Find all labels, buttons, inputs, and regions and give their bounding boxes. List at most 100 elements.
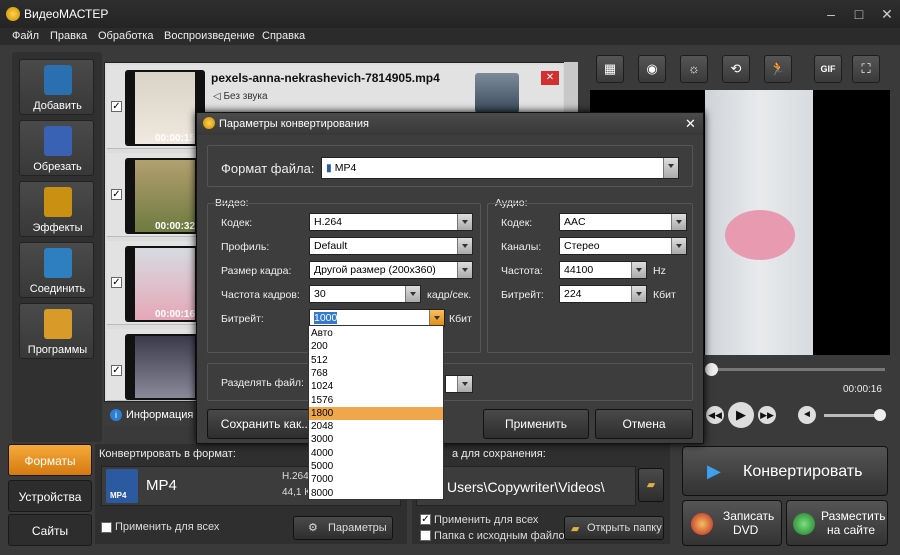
rewind-icon[interactable]: ◀◀ bbox=[706, 406, 724, 424]
stabilize-icon[interactable]: ◉ bbox=[638, 55, 666, 83]
bitrate-option[interactable]: 1800 bbox=[309, 406, 443, 420]
audio-text: Без звука bbox=[223, 91, 268, 102]
info-tab[interactable]: i Информация bbox=[104, 404, 194, 426]
convert-button[interactable]: ▶ Конвертировать bbox=[682, 446, 888, 496]
rotate-icon[interactable]: ⟲ bbox=[722, 55, 750, 83]
tab-sites[interactable]: Сайты bbox=[8, 514, 92, 546]
file-checkbox[interactable]: ✓ bbox=[111, 365, 122, 376]
join-film-icon bbox=[44, 248, 72, 278]
channels-select[interactable]: Стерео bbox=[559, 237, 687, 255]
bitrate-option[interactable]: 1576 bbox=[309, 394, 443, 407]
menu-bar: Файл Правка Обработка Воспроизведение Сп… bbox=[0, 28, 900, 45]
video-codec-select[interactable]: H.264 bbox=[309, 213, 473, 231]
speed-icon[interactable]: 🏃 bbox=[764, 55, 792, 83]
video-codec-label: Кодек: bbox=[221, 217, 253, 229]
dvd-label-1: Записать bbox=[723, 509, 775, 523]
source-folder-checkbox[interactable] bbox=[420, 530, 431, 541]
split-select[interactable] bbox=[445, 375, 473, 393]
upload-icon bbox=[793, 513, 815, 535]
tab-formats[interactable]: Форматы bbox=[8, 444, 92, 476]
add-button[interactable]: Добавить bbox=[19, 59, 94, 115]
conversion-settings-dialog: Параметры конвертирования ✕ Формат файла… bbox=[196, 112, 704, 444]
file-checkbox[interactable]: ✓ bbox=[111, 189, 122, 200]
channels-label: Каналы: bbox=[501, 241, 542, 253]
join-label: Соединить bbox=[29, 283, 86, 295]
fps-label: Частота кадров: bbox=[221, 289, 300, 301]
source-folder-label: Папка с исходным файлом bbox=[434, 530, 573, 542]
forward-icon[interactable]: ▶▶ bbox=[758, 406, 776, 424]
format-file-icon: ▮ bbox=[326, 162, 332, 174]
bitrate-option[interactable]: 512 bbox=[309, 354, 443, 367]
maximize-icon[interactable]: □ bbox=[848, 5, 870, 23]
site-label-2: на сайте bbox=[827, 523, 876, 537]
menu-help[interactable]: Справка bbox=[262, 30, 305, 42]
save-apply-all-label: Применить для всех bbox=[434, 514, 539, 526]
play-icon[interactable]: ▶ bbox=[728, 402, 754, 428]
audio-bitrate-select[interactable]: 224 bbox=[559, 285, 647, 303]
effects-button[interactable]: Эффекты bbox=[19, 181, 94, 237]
bitrate-option[interactable]: 7000 bbox=[309, 473, 443, 486]
open-folder-button[interactable]: ▰ Открыть папку bbox=[564, 516, 664, 540]
save-apply-all-checkbox[interactable]: ✓ bbox=[420, 514, 431, 525]
audio-bitrate-unit: Кбит bbox=[653, 289, 676, 301]
bitrate-option[interactable]: 1024 bbox=[309, 380, 443, 393]
dvd-label-2: DVD bbox=[733, 523, 759, 537]
save-path: Users\Copywriter\Videos\ bbox=[447, 479, 605, 495]
bitrate-option[interactable]: 5000 bbox=[309, 460, 443, 473]
file-checkbox[interactable]: ✓ bbox=[111, 277, 122, 288]
gif-icon[interactable]: GIF bbox=[814, 55, 842, 83]
bitrate-option[interactable]: 4000 bbox=[309, 447, 443, 460]
remove-file-icon[interactable]: ✕ bbox=[541, 71, 559, 85]
file-checkbox[interactable]: ✓ bbox=[111, 101, 122, 112]
profile-select[interactable]: Default bbox=[309, 237, 473, 255]
timeline-slider[interactable] bbox=[705, 363, 885, 376]
speaker-icon: ◁ bbox=[213, 91, 224, 102]
bitrate-option[interactable]: 768 bbox=[309, 367, 443, 380]
action-buttons: ▶ Конвертировать Записать DVD Разместить… bbox=[682, 444, 890, 548]
bitrate-option[interactable]: 8000 bbox=[309, 487, 443, 500]
bitrate-option[interactable]: 2048 bbox=[309, 420, 443, 433]
frame-size-value: Другой размер (200x360) bbox=[314, 264, 436, 276]
params-label: Параметры bbox=[328, 522, 387, 534]
menu-processing[interactable]: Обработка bbox=[98, 30, 153, 42]
audio-codec-select[interactable]: AAC bbox=[559, 213, 687, 231]
dialog-close-icon[interactable]: ✕ bbox=[685, 116, 696, 132]
save-path-field[interactable]: Users\Copywriter\Videos\ bbox=[416, 466, 636, 506]
menu-edit[interactable]: Правка bbox=[50, 30, 87, 42]
volume-slider[interactable] bbox=[824, 409, 886, 421]
cancel-button[interactable]: Отмена bbox=[595, 409, 693, 439]
convert-label: Конвертировать bbox=[743, 463, 863, 480]
bitrate-option[interactable]: 3000 bbox=[309, 433, 443, 446]
crop-icon[interactable]: ▦ bbox=[596, 55, 624, 83]
publish-site-button[interactable]: Разместить на сайте bbox=[786, 500, 888, 546]
fullscreen-icon[interactable]: ⛶ bbox=[852, 55, 880, 83]
params-button[interactable]: ⚙ Параметры bbox=[293, 516, 393, 540]
bitrate-option[interactable]: Авто bbox=[309, 327, 443, 340]
playback-controls: ◀◀ ▶ ▶▶ ◄ bbox=[700, 400, 890, 430]
dvd-icon bbox=[691, 513, 713, 535]
programs-button[interactable]: Программы bbox=[19, 303, 94, 359]
trim-label: Обрезать bbox=[33, 161, 82, 173]
menu-playback[interactable]: Воспроизведение bbox=[164, 30, 255, 42]
bitrate-option[interactable]: 200 bbox=[309, 340, 443, 353]
apply-all-checkbox[interactable] bbox=[101, 522, 112, 533]
convert-heading: Конвертировать в формат: bbox=[99, 448, 236, 460]
format-select[interactable]: ▮ MP4 bbox=[321, 157, 679, 179]
join-button[interactable]: Соединить bbox=[19, 242, 94, 298]
apply-button[interactable]: Применить bbox=[483, 409, 589, 439]
burn-dvd-button[interactable]: Записать DVD bbox=[682, 500, 782, 546]
tab-devices[interactable]: Устройства bbox=[8, 480, 92, 512]
profile-value: Default bbox=[314, 240, 348, 252]
volume-icon[interactable]: ◄ bbox=[798, 406, 816, 424]
menu-file[interactable]: Файл bbox=[12, 30, 39, 42]
fps-select[interactable]: 30 bbox=[309, 285, 421, 303]
profile-label: Профиль: bbox=[221, 241, 270, 253]
brightness-icon[interactable]: ☼ bbox=[680, 55, 708, 83]
close-icon[interactable]: ✕ bbox=[876, 5, 898, 23]
trim-button[interactable]: Обрезать bbox=[19, 120, 94, 176]
frequency-select[interactable]: 44100 bbox=[559, 261, 647, 279]
minimize-icon[interactable]: – bbox=[820, 5, 842, 23]
frame-size-select[interactable]: Другой размер (200x360) bbox=[309, 261, 473, 279]
browse-folder-icon[interactable]: ▰ bbox=[638, 468, 664, 502]
video-codec-value: H.264 bbox=[314, 216, 343, 228]
